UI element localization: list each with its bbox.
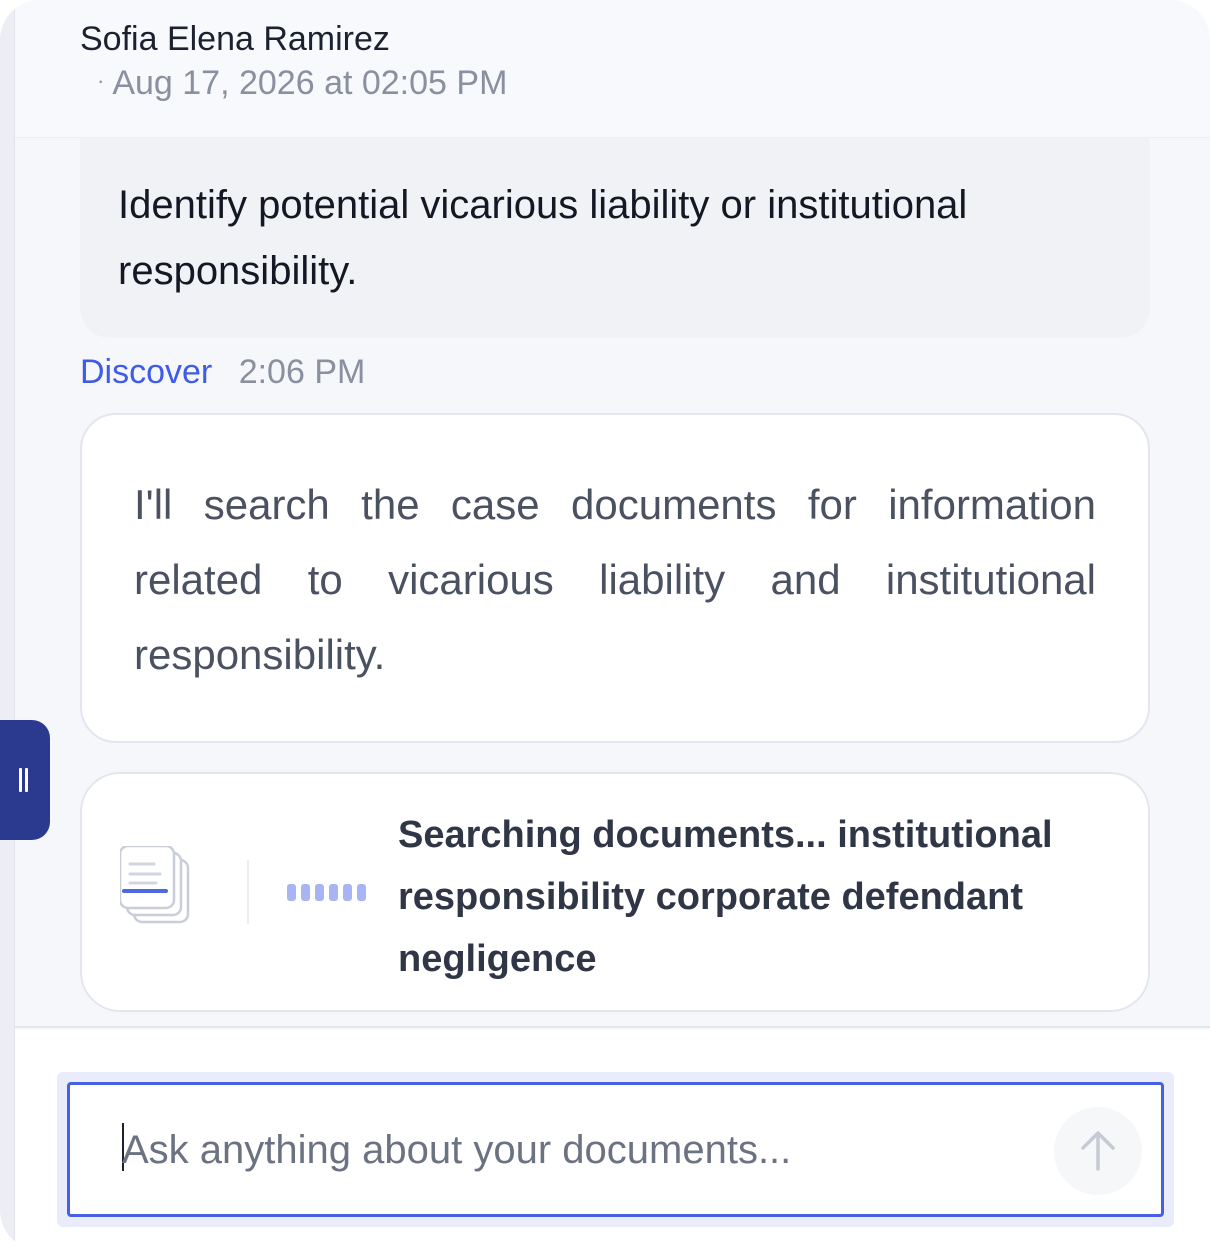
- message-timestamp: · Aug 17, 2026 at 02:05 PM: [97, 64, 507, 103]
- chat-input[interactable]: [122, 1115, 982, 1185]
- assistant-message-card: I'll search the case documents for infor…: [80, 413, 1150, 743]
- grip-icon: [19, 768, 22, 792]
- panel-left-edge: [0, 0, 15, 1250]
- progress-dot: [357, 884, 366, 901]
- progress-dot: [315, 884, 324, 901]
- card-divider: [247, 860, 249, 924]
- input-focus-ring: [57, 1072, 1174, 1227]
- assistant-name: Discover: [80, 353, 213, 391]
- input-box[interactable]: [67, 1082, 1164, 1217]
- chat-panel: Sofia Elena Ramirez · Aug 17, 2026 at 02:…: [0, 0, 1210, 1250]
- search-status-card: Searching documents... institutional res…: [80, 772, 1150, 1012]
- progress-indicator: [287, 884, 366, 901]
- documents-icon: [120, 846, 190, 924]
- message-composer: [15, 1030, 1210, 1250]
- user-message-bubble: Identify potential vicarious liability o…: [80, 138, 1150, 338]
- grip-icon: [25, 768, 28, 792]
- assistant-meta: Discover 2:06 PM: [80, 353, 365, 392]
- timestamp-text: Aug 17, 2026 at 02:05 PM: [112, 64, 508, 102]
- progress-dot: [287, 884, 296, 901]
- arrow-up-icon: [1081, 1131, 1115, 1171]
- assistant-time: 2:06 PM: [238, 353, 366, 391]
- progress-dot: [343, 884, 352, 901]
- progress-dot: [301, 884, 310, 901]
- send-button[interactable]: [1054, 1107, 1142, 1195]
- search-status-text: Searching documents... institutional res…: [398, 814, 1053, 980]
- user-name: Sofia Elena Ramirez: [80, 20, 390, 58]
- progress-dot: [329, 884, 338, 901]
- message-header: Sofia Elena Ramirez · Aug 17, 2026 at 02:…: [15, 0, 1210, 138]
- timestamp-separator: ·: [97, 68, 105, 93]
- chat-messages[interactable]: Identify potential vicarious liability o…: [15, 138, 1210, 1028]
- panel-resize-handle[interactable]: [0, 720, 50, 840]
